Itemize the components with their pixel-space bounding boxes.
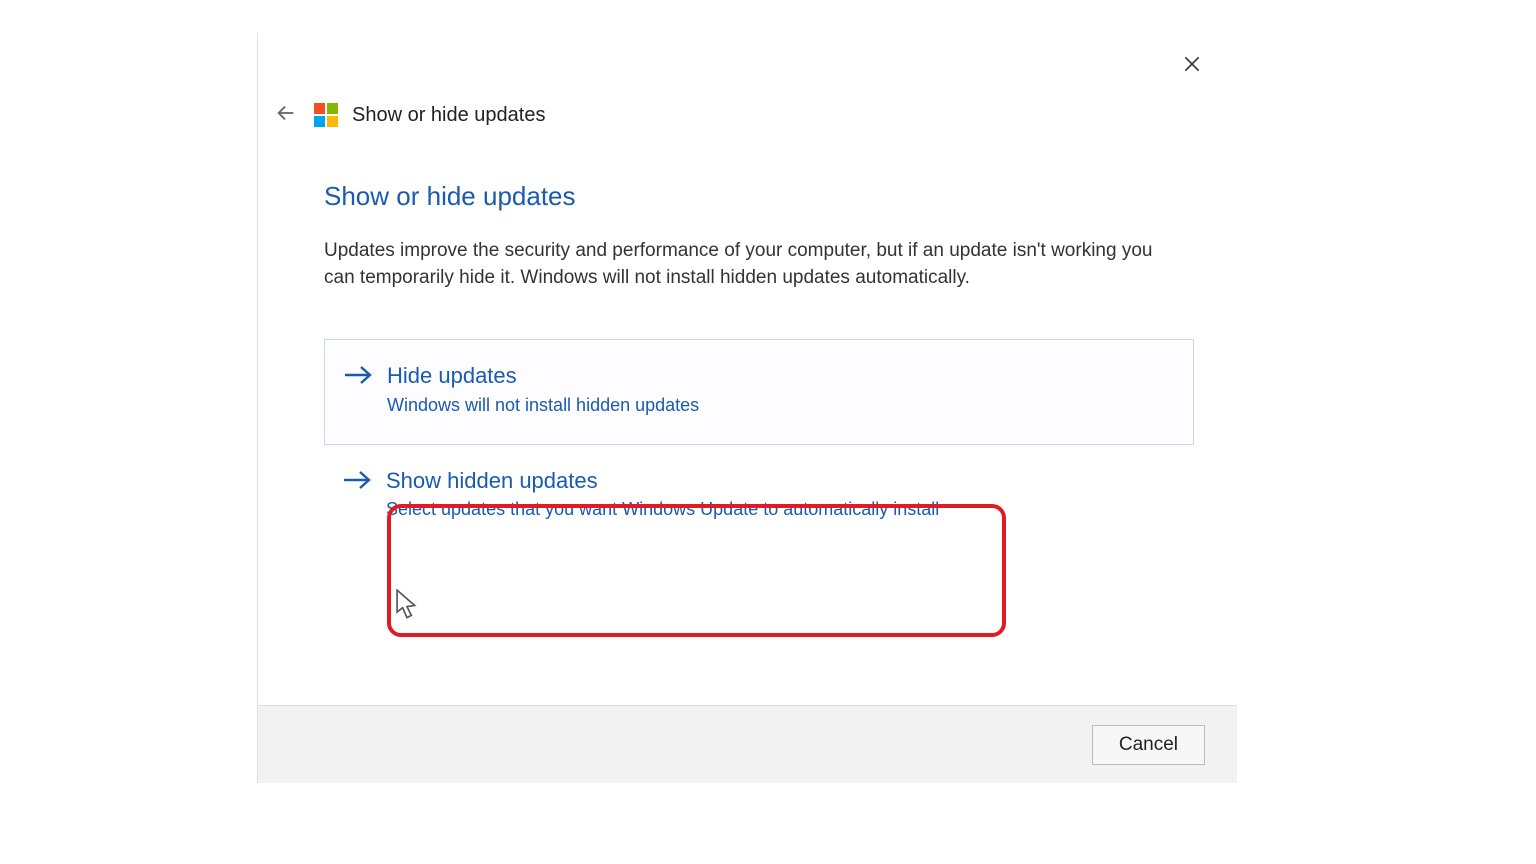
close-icon	[1182, 54, 1202, 79]
header-row: Show or hide updates	[272, 101, 545, 129]
option-text-group: Show hidden updates Select updates that …	[386, 467, 939, 521]
option-show-hidden-updates[interactable]: Show hidden updates Select updates that …	[342, 461, 1176, 527]
option-title: Hide updates	[387, 362, 699, 391]
troubleshooter-dialog: Show or hide updates Show or hide update…	[257, 33, 1237, 783]
page-heading: Show or hide updates	[324, 181, 1194, 212]
close-button[interactable]	[1177, 51, 1207, 81]
cursor-icon	[396, 589, 418, 617]
content-area: Show or hide updates Updates improve the…	[324, 181, 1194, 526]
dialog-footer: Cancel	[258, 705, 1237, 783]
option-subtitle: Select updates that you want Windows Upd…	[386, 499, 939, 520]
window-title: Show or hide updates	[352, 104, 545, 127]
back-button[interactable]	[272, 101, 300, 129]
page-description: Updates improve the security and perform…	[324, 238, 1184, 291]
arrow-right-icon	[342, 469, 372, 499]
option-text-group: Hide updates Windows will not install hi…	[387, 362, 699, 416]
arrow-left-icon	[275, 102, 297, 129]
arrow-right-icon	[343, 364, 373, 394]
option-title: Show hidden updates	[386, 467, 939, 496]
option-hide-updates-box[interactable]: Hide updates Windows will not install hi…	[324, 339, 1194, 445]
microsoft-logo-icon	[314, 103, 338, 127]
cancel-button[interactable]: Cancel	[1092, 725, 1205, 765]
option-hide-updates[interactable]: Hide updates Windows will not install hi…	[343, 356, 1175, 422]
option-subtitle: Windows will not install hidden updates	[387, 395, 699, 416]
